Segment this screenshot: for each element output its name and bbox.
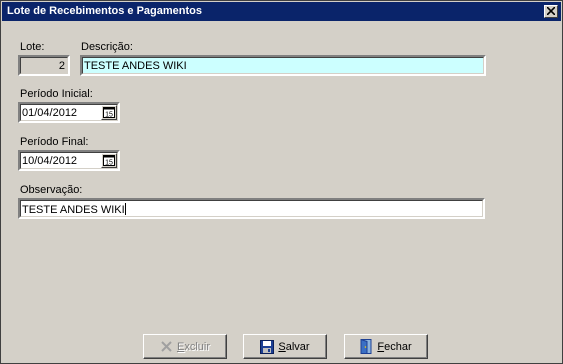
door-icon [360,339,372,354]
descricao-input[interactable]: TESTE ANDES WIKI [80,55,486,76]
periodo-final-value: 10/04/2012 [22,155,78,167]
observacao-text-wrap: TESTE ANDES WIKI [22,203,126,216]
calendar-icon: 15 [103,107,115,118]
x-icon [161,341,172,352]
title-bar[interactable]: Lote de Recebimentos e Pagamentos [2,2,561,21]
periodo-final-input[interactable]: 10/04/2012 15 [18,150,120,171]
close-icon [547,7,555,15]
close-button[interactable] [544,5,558,18]
observacao-label: Observação: [20,184,83,196]
floppy-disk-icon [260,339,275,354]
dialog-window: Lote de Recebimentos e Pagamentos Lote: … [0,0,563,364]
salvar-label: Salvar [278,340,310,353]
lote-label: Lote: [20,41,45,53]
periodo-inicial-calendar-button[interactable]: 15 [101,105,117,120]
periodo-final-label: Período Final: [20,136,89,148]
lote-field: 2 [18,55,70,76]
calendar-icon: 15 [103,155,115,166]
observacao-value: TESTE ANDES WIKI [22,204,125,216]
svg-text:15: 15 [105,112,113,119]
periodo-inicial-input[interactable]: 01/04/2012 15 [18,102,120,123]
descricao-label: Descrição: [81,41,133,53]
excluir-button[interactable]: Excluir [143,334,227,359]
descricao-value: TESTE ANDES WIKI [84,60,187,72]
svg-text:15: 15 [105,160,113,167]
salvar-button[interactable]: Salvar [243,334,327,359]
observacao-input[interactable]: TESTE ANDES WIKI [18,198,485,219]
excluir-label: Excluir [176,340,210,353]
periodo-final-calendar-button[interactable]: 15 [101,153,117,168]
window-title: Lote de Recebimentos e Pagamentos [7,5,202,17]
periodo-inicial-value: 01/04/2012 [22,107,78,119]
lote-value: 2 [58,60,65,72]
fechar-label: Fechar [377,340,412,353]
periodo-inicial-label: Período Inicial: [20,88,93,100]
fechar-button[interactable]: Fechar [344,334,428,359]
text-caret [124,203,126,215]
